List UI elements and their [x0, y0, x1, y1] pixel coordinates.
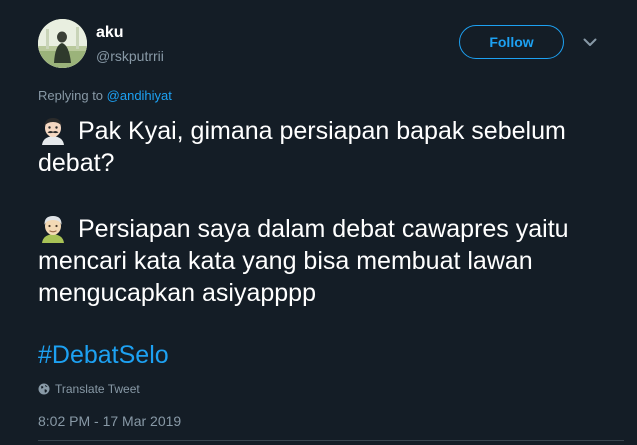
user-handle[interactable]: @rskputrrii — [96, 48, 164, 64]
tweet-card: aku @rskputrrii Follow Replying to @andi… — [0, 0, 637, 445]
avatar[interactable] — [38, 19, 87, 68]
translate-tweet-label: Translate Tweet — [55, 382, 140, 396]
old-man-emoji-icon — [38, 213, 68, 243]
man-mustache-emoji-icon — [38, 115, 68, 145]
replying-to-label: Replying to — [38, 88, 107, 103]
tweet-text: Pak Kyai, gimana persiapan bapak sebelum… — [38, 115, 618, 309]
tweet-line-1: Pak Kyai, gimana persiapan bapak sebelum… — [38, 117, 566, 177]
globe-icon — [38, 383, 50, 395]
display-name[interactable]: aku — [96, 24, 124, 42]
follow-button[interactable]: Follow — [459, 25, 564, 59]
tweet-line-2: Persiapan saya dalam debat cawapres yait… — [38, 215, 569, 307]
tweet-paragraph-1: Pak Kyai, gimana persiapan bapak sebelum… — [38, 115, 618, 179]
replying-to: Replying to @andihiyat — [38, 88, 172, 103]
reply-mention-link[interactable]: @andihiyat — [107, 88, 172, 103]
chevron-down-icon[interactable] — [580, 34, 600, 50]
hashtag-link[interactable]: #DebatSelo — [38, 341, 169, 370]
tweet-paragraph-2: Persiapan saya dalam debat cawapres yait… — [38, 213, 618, 309]
divider — [38, 440, 624, 441]
translate-tweet-link[interactable]: Translate Tweet — [38, 382, 140, 396]
timestamp[interactable]: 8:02 PM - 17 Mar 2019 — [38, 413, 181, 429]
